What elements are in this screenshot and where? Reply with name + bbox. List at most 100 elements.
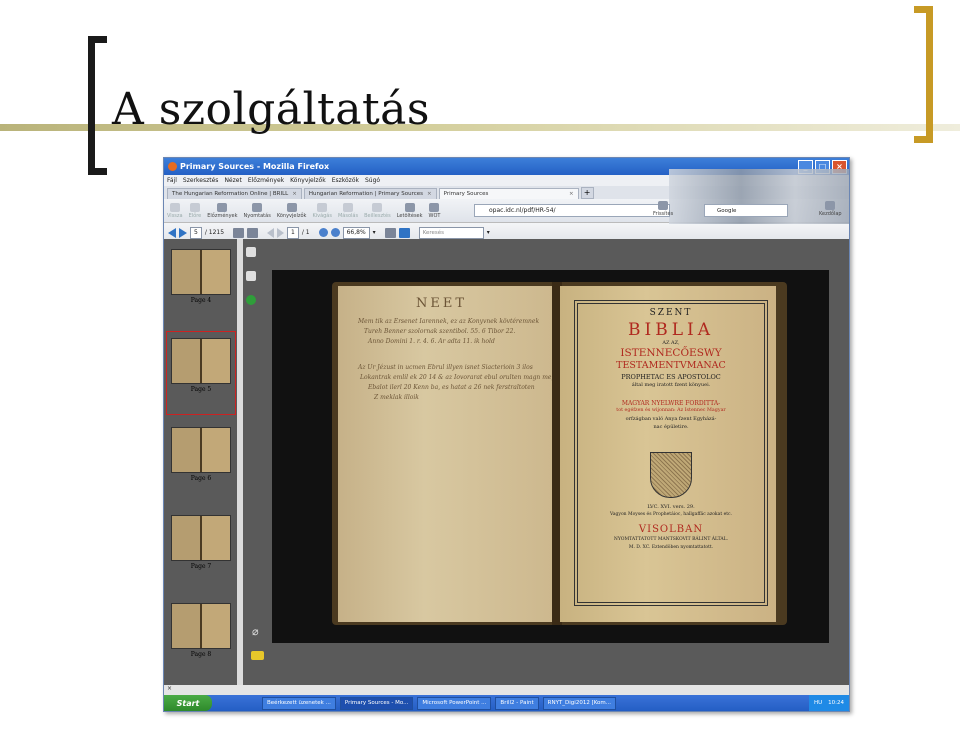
previous-view-icon[interactable] [267,227,275,238]
page-thumbnail-image [171,249,231,295]
thumbnail-page-5[interactable]: Page 5 [166,331,236,415]
paperclip-icon[interactable]: ⌀ [252,625,259,638]
close-icon[interactable]: × [427,191,432,197]
taskbar-item-mail[interactable]: Beérkezett üzenetek ... [262,696,336,710]
thumbnail-page-4[interactable]: Page 4 [166,243,236,327]
view-page-input[interactable]: 1 [287,226,299,239]
thumbnail-label: Page 6 [190,475,212,482]
window-title: Primary Sources - Mozilla Firefox [180,162,330,171]
search-engine-label: Google [717,207,737,214]
cut-button[interactable]: Kivágás [312,202,332,219]
close-icon[interactable]: × [292,191,297,197]
menu-history[interactable]: Előzmények [248,177,284,184]
page-thumbnail-image [171,515,231,561]
thumbnail-panel: Page 4 Page 5 Page 6 Page 7 Page 8 [166,243,236,673]
page-total: / 1215 [204,229,225,236]
new-tab-button[interactable]: + [580,187,594,199]
home-button[interactable]: Kezdőlap [819,201,842,217]
paste-button[interactable]: Beillesztés [364,202,391,219]
close-findbar-icon[interactable]: × [167,685,172,692]
dropdown-arrow-icon[interactable]: ▾ [373,229,376,236]
copy-button[interactable]: Másolás [338,202,358,219]
coat-of-arms-emblem [650,452,692,498]
web-search-input[interactable]: Google [704,204,788,217]
taskbar-item-powerpoint[interactable]: Microsoft PowerPoint ... [417,696,492,710]
chevron-down-icon[interactable]: ▾ [487,229,490,236]
firefox-icon [168,162,177,171]
taskbar-item-firefox[interactable]: Primary Sources - Mo... [339,696,414,710]
left-bracket-decoration [88,36,107,175]
forward-button[interactable]: Előre [189,202,201,219]
task-label: RNYT_Digi2012 [Kom... [547,700,612,706]
bookmarks-button[interactable]: Könyvjelzők [277,202,306,219]
fit-page-icon[interactable] [398,227,410,238]
zoom-select[interactable]: 66,8% [342,226,370,239]
pdf-page: NEET Mem tik az Ersenet Iarennek, ez az … [272,270,829,643]
thumbnail-page-6[interactable]: Page 6 [166,421,236,505]
page-thumbnail-image [171,338,231,384]
back-button[interactable]: Vissza [167,202,183,219]
refresh-label: Frissítés [653,211,674,217]
downloads-button[interactable]: Letöltések [397,202,423,219]
right-bracket-decoration [914,6,933,143]
next-view-icon[interactable] [277,227,285,238]
forward-arrow-icon [189,202,200,212]
tab-brill[interactable]: The Hungarian Reformation Online | BRILL… [167,188,302,199]
thumbnail-scrollbar[interactable] [237,239,243,685]
page-thumbnail-image [171,427,231,473]
menu-tools[interactable]: Eszközök [332,177,359,184]
address-bar[interactable]: opac.idc.nl/pdf/HR-54/ [474,204,670,217]
attachments-icon[interactable] [246,271,256,281]
refresh-icon [658,201,669,210]
next-page-icon[interactable] [179,227,187,238]
firefox-window: Primary Sources - Mozilla Firefox _ □ × … [163,157,850,712]
refresh-button[interactable]: Frissítés [653,201,673,217]
wot-button[interactable]: WOT [429,202,440,219]
tab-primary-sources[interactable]: Primary Sources × [438,188,579,199]
comment-icon[interactable] [251,651,264,660]
menu-help[interactable]: Súgó [365,177,380,184]
menu-edit[interactable]: Szerkesztés [183,177,219,184]
tab-primary-sources-list[interactable]: Hungarian Reformation | Primary Sources × [303,188,437,199]
windows-taskbar: Start Beérkezett üzenetek ... Primary So… [164,695,849,711]
thumbnail-page-7[interactable]: Page 7 [166,509,236,593]
thumbnail-label: Page 7 [190,563,212,570]
scissors-icon [317,202,328,212]
pages-icon[interactable] [246,247,256,257]
title-szent: SZENT [649,308,693,318]
help-icon[interactable] [246,295,256,305]
save-icon[interactable] [247,227,259,238]
menu-file[interactable]: Fájl [167,177,177,184]
title-line: által meg iratott fzent könyuei. [631,382,711,388]
history-button[interactable]: Előzmények [207,202,238,219]
back-label: Vissza [167,212,183,219]
zoom-out-icon[interactable] [318,228,328,237]
print-button[interactable]: Nyomtatás [244,202,271,219]
right-page-title: SZENT BIBLIA AZ AZ, ISTENNECŐESWY TESTAM… [560,286,776,622]
book-scan: NEET Mem tik az Ersenet Iarennek, ez az … [332,282,787,625]
task-label: Beérkezett üzenetek ... [267,700,331,706]
taskbar-item-document[interactable]: RNYT_Digi2012 [Kom... [542,696,617,710]
zoom-in-icon[interactable] [330,228,340,237]
language-indicator[interactable]: HU [814,700,822,706]
title-line: MAGYAR NYELWRE FORDITTA- [621,400,721,407]
title-line: M. D. XC. Eztendöben nyomtattatott. [628,545,714,550]
menu-view[interactable]: Nézet [224,177,241,184]
menu-bookmarks[interactable]: Könyvjelzők [290,177,326,184]
page-number-input[interactable]: 5 [190,226,202,239]
title-line: Vagyon Moyses és Prophetáioc, hallgaffäc… [610,512,732,517]
pdf-search-input[interactable]: Keresés [418,226,484,239]
previous-page-icon[interactable] [168,227,176,238]
bookmark-icon [286,202,297,212]
thumbnail-page-8[interactable]: Page 8 [166,597,236,681]
tab-label: Primary Sources [443,191,489,197]
taskbar-item-paint[interactable]: Brill2 - Paint [495,696,539,710]
title-visolban: VISOLBAN [638,524,704,535]
task-label: Microsoft PowerPoint ... [422,700,487,706]
task-label: Primary Sources - Mo... [344,700,409,706]
tab-label: Hungarian Reformation | Primary Sources [308,191,423,197]
print-icon[interactable] [233,227,245,238]
start-button[interactable]: Start [164,695,212,711]
close-icon[interactable]: × [569,191,574,197]
fit-width-icon[interactable] [384,227,396,238]
